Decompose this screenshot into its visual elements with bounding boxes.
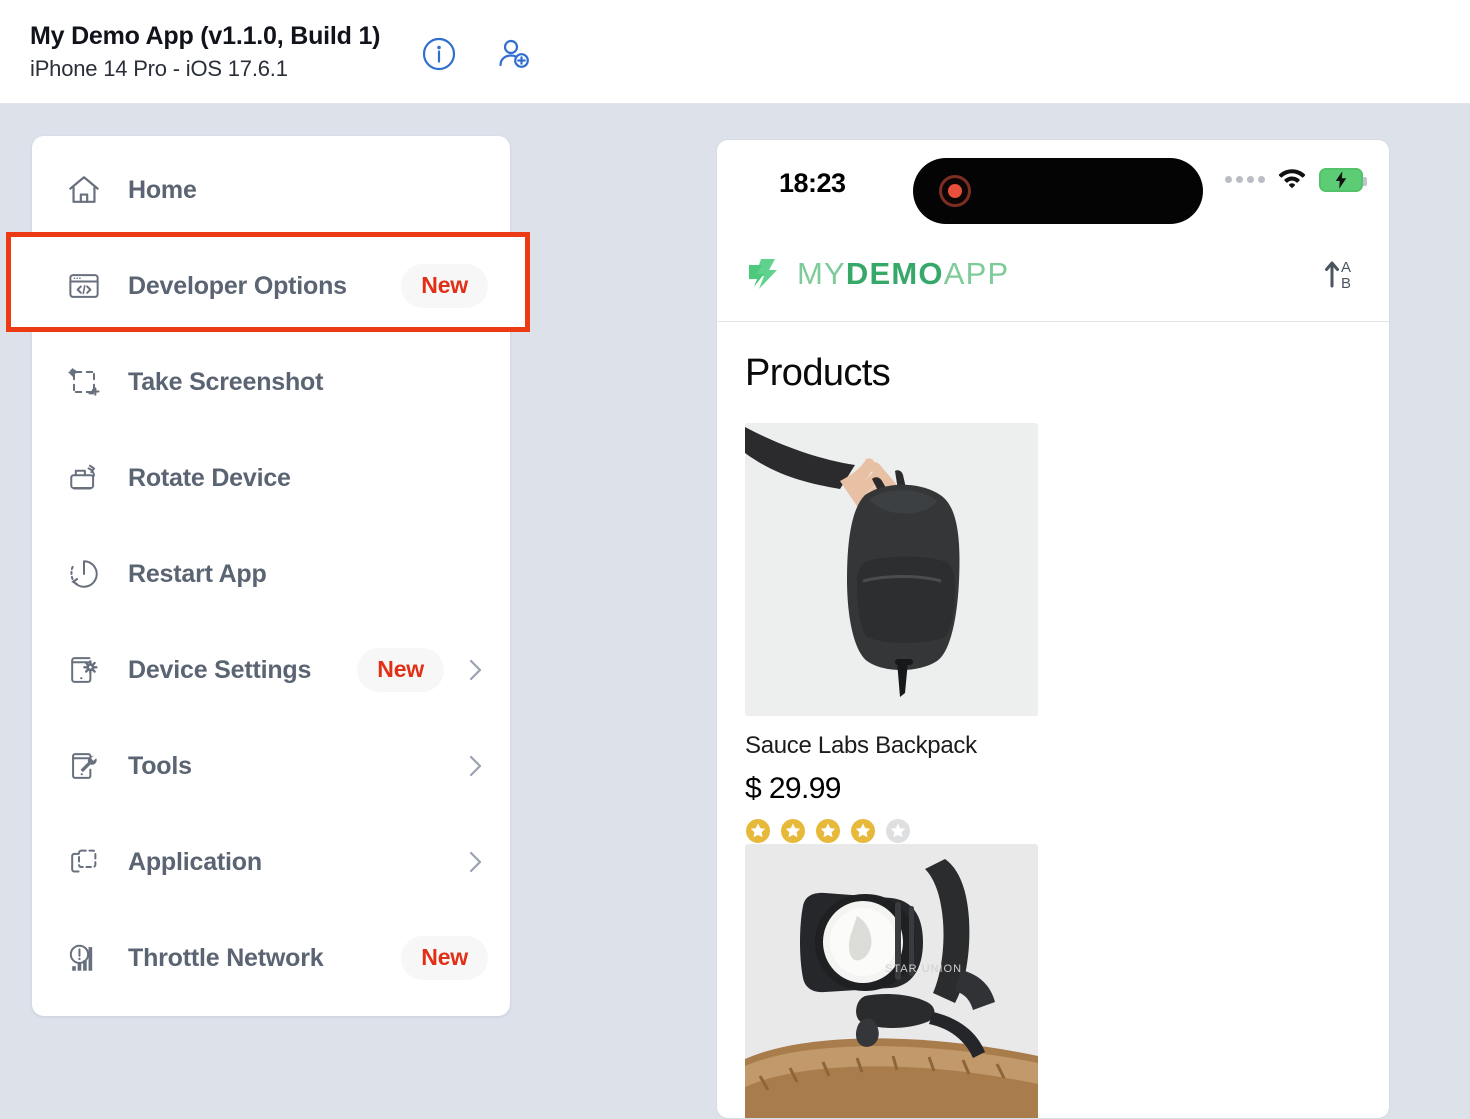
product-grid: Sauce Labs Backpack $ 29.99 (717, 395, 1389, 1119)
mydemoapp-logo-icon (745, 257, 779, 291)
star-filled-icon (850, 818, 876, 844)
menu-item-label: Take Screenshot (128, 368, 323, 397)
menu-item-device-settings[interactable]: Device Settings New (32, 622, 510, 718)
star-filled-icon (745, 818, 771, 844)
star-filled-icon (815, 818, 841, 844)
star-filled-icon (780, 818, 806, 844)
product-price: $ 29.99 (745, 772, 1038, 806)
status-indicators (1225, 166, 1363, 193)
chevron-right-icon (462, 657, 488, 683)
logo-text-demo: DEMO (846, 256, 944, 291)
rotate-device-icon (62, 456, 106, 500)
menu-item-label: Home (128, 176, 197, 205)
svg-text:STAR UNION: STAR UNION (885, 963, 962, 975)
menu-item-label: Throttle Network (128, 944, 323, 973)
menu-item-label: Application (128, 848, 262, 877)
products-heading: Products (717, 322, 1389, 395)
status-badge: New (401, 936, 488, 980)
mobile-app-header: MYDEMOAPP A B (717, 226, 1389, 322)
wifi-icon (1277, 166, 1307, 193)
recording-indicator-icon (939, 175, 971, 207)
device-subtitle: iPhone 14 Pro - iOS 17.6.1 (30, 54, 380, 84)
logo-text-app: APP (944, 256, 1010, 291)
page-title: My Demo App (v1.1.0, Build 1) (30, 20, 380, 52)
device-screen-preview[interactable]: 18:23 (716, 139, 1390, 1119)
menu-item-take-screenshot[interactable]: Take Screenshot (32, 334, 510, 430)
app-header-bar: My Demo App (v1.1.0, Build 1) iPhone 14 … (0, 0, 1470, 104)
status-badge: New (357, 648, 444, 692)
phone-status-bar: 18:23 (717, 140, 1389, 226)
device-settings-icon (62, 648, 106, 692)
status-badge: New (401, 264, 488, 308)
header-icon-group (422, 37, 530, 71)
app-logo-text: MYDEMOAPP (797, 256, 1009, 292)
product-card[interactable]: Sauce Labs Backpack $ 29.99 (745, 423, 1038, 844)
rating-stars (745, 818, 1038, 844)
home-icon (62, 168, 106, 212)
menu-item-application[interactable]: Application (32, 814, 510, 910)
info-icon[interactable] (422, 37, 456, 71)
sort-ab-icon[interactable]: A B (1319, 253, 1361, 295)
menu-item-tools[interactable]: Tools (32, 718, 510, 814)
menu-item-developer-options[interactable]: Developer Options New (32, 238, 510, 334)
dynamic-island (913, 158, 1203, 224)
chevron-right-icon (462, 849, 488, 875)
developer-menu-card: Home Developer Options New (32, 136, 510, 1016)
title-block: My Demo App (v1.1.0, Build 1) iPhone 14 … (30, 20, 380, 84)
product-name: Sauce Labs Backpack (745, 732, 1038, 760)
throttle-network-icon (62, 936, 106, 980)
logo-text-my: MY (797, 256, 846, 291)
product-card[interactable]: STAR UNION Sauce Labs Bike Light $ 9.99 (745, 844, 1038, 1119)
star-empty-icon (885, 818, 911, 844)
screenshot-icon (62, 360, 106, 404)
restart-icon (62, 552, 106, 596)
svg-text:A: A (1341, 259, 1351, 276)
menu-item-label: Restart App (128, 560, 267, 589)
menu-item-home[interactable]: Home (32, 142, 510, 238)
menu-item-throttle-network[interactable]: Throttle Network New (32, 910, 510, 1006)
svg-text:B: B (1341, 275, 1351, 292)
menu-item-label: Tools (128, 752, 192, 781)
signal-dots-icon (1225, 176, 1265, 183)
add-user-icon[interactable] (496, 37, 530, 71)
backpack-photo[interactable] (745, 423, 1038, 716)
menu-item-rotate-device[interactable]: Rotate Device (32, 430, 510, 526)
menu-item-label: Device Settings (128, 656, 311, 685)
menu-item-label: Rotate Device (128, 464, 291, 493)
menu-item-label: Developer Options (128, 272, 347, 301)
battery-charging-icon (1319, 168, 1363, 192)
tools-icon (62, 744, 106, 788)
application-icon (62, 840, 106, 884)
menu-item-restart-app[interactable]: Restart App (32, 526, 510, 622)
status-time: 18:23 (779, 168, 846, 199)
code-window-icon (62, 264, 106, 308)
chevron-right-icon (462, 753, 488, 779)
bike-light-photo[interactable]: STAR UNION (745, 844, 1038, 1119)
